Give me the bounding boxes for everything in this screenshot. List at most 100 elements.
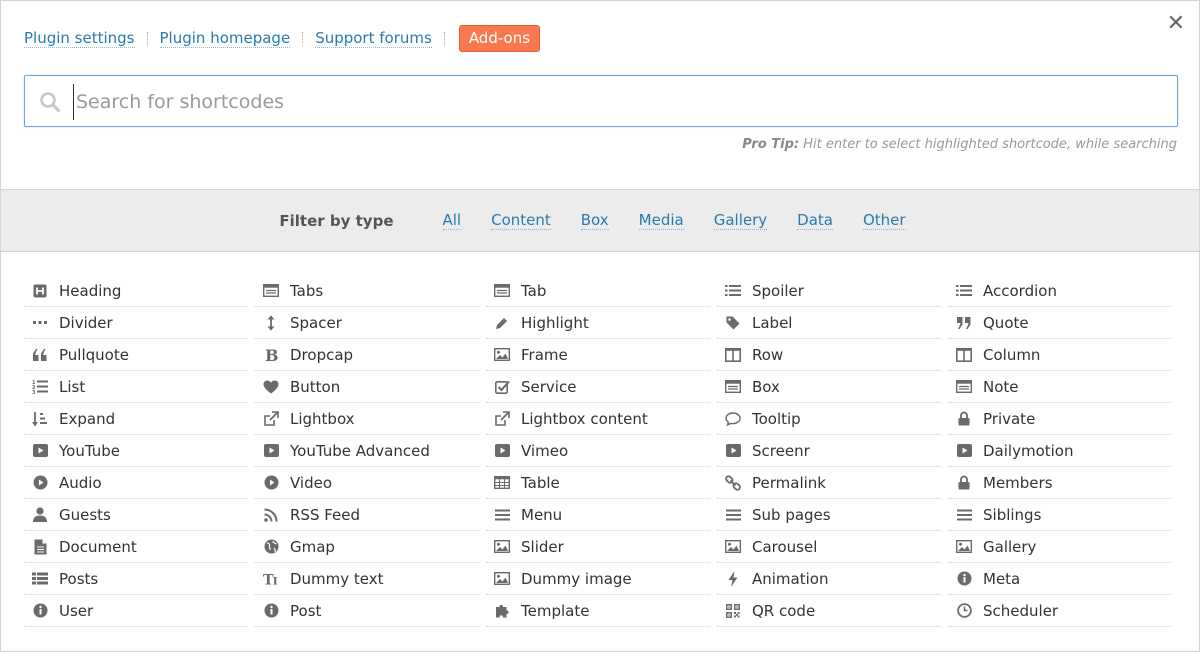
shortcode-item-menu[interactable]: Menu — [486, 499, 710, 531]
shortcode-item-box[interactable]: Box — [717, 371, 941, 403]
shortcode-label: Siblings — [983, 505, 1042, 524]
shortcode-label: Button — [290, 377, 341, 396]
shortcode-label: Animation — [752, 569, 829, 588]
shortcode-item-permalink[interactable]: Permalink — [717, 467, 941, 499]
support-forums-link[interactable]: Support forums — [315, 29, 432, 48]
tab-icon — [494, 283, 510, 299]
arrows-vertical-icon — [263, 315, 279, 331]
shortcode-item-scheduler[interactable]: Scheduler — [948, 595, 1172, 627]
shortcode-label: Box — [752, 377, 780, 396]
qrcode-icon — [725, 603, 741, 619]
shortcode-item-user[interactable]: User — [24, 595, 248, 627]
shortcode-item-list[interactable]: 1 2 3 List — [24, 371, 248, 403]
shortcode-item-lightbox-content[interactable]: Lightbox content — [486, 403, 710, 435]
shortcode-item-gmap[interactable]: Gmap — [255, 531, 479, 563]
plugin-homepage-link[interactable]: Plugin homepage — [159, 29, 291, 48]
shortcode-item-label[interactable]: Label — [717, 307, 941, 339]
search-input[interactable] — [73, 84, 1168, 120]
shortcode-item-quote[interactable]: Quote — [948, 307, 1172, 339]
shortcode-item-members[interactable]: Members — [948, 467, 1172, 499]
shortcode-item-guests[interactable]: Guests — [24, 499, 248, 531]
shortcode-item-tooltip[interactable]: Tooltip — [717, 403, 941, 435]
shortcode-item-sub-pages[interactable]: Sub pages — [717, 499, 941, 531]
shortcode-item-meta[interactable]: Meta — [948, 563, 1172, 595]
shortcode-item-rss-feed[interactable]: RSS Feed — [255, 499, 479, 531]
note-icon — [956, 379, 972, 395]
shortcode-item-highlight[interactable]: Highlight — [486, 307, 710, 339]
heading-icon — [32, 283, 48, 299]
shortcode-item-divider[interactable]: Divider — [24, 307, 248, 339]
link-separator — [302, 31, 304, 46]
filter-data[interactable]: Data — [797, 211, 833, 230]
play-square-icon — [494, 443, 510, 459]
shortcode-item-accordion[interactable]: Accordion — [948, 275, 1172, 307]
filter-all[interactable]: All — [442, 211, 462, 230]
shortcode-label: Lightbox — [290, 409, 355, 428]
addons-button[interactable]: Add-ons — [458, 25, 541, 52]
filter-gallery[interactable]: Gallery — [713, 211, 768, 230]
shortcode-item-dropcap[interactable]: B Dropcap — [255, 339, 479, 371]
shortcode-item-youtube[interactable]: YouTube — [24, 435, 248, 467]
shortcode-item-post[interactable]: Post — [255, 595, 479, 627]
search-box[interactable] — [24, 75, 1178, 127]
shortcode-label: Tabs — [290, 281, 324, 300]
shortcode-item-vimeo[interactable]: Vimeo — [486, 435, 710, 467]
table-icon — [494, 475, 510, 491]
shortcode-item-dummy-text[interactable]: T I Dummy text — [255, 563, 479, 595]
plugin-settings-link[interactable]: Plugin settings — [24, 29, 135, 48]
filter-content[interactable]: Content — [491, 211, 551, 230]
shortcode-label: Screenr — [752, 441, 810, 460]
shortcode-item-spoiler[interactable]: Spoiler — [717, 275, 941, 307]
shortcode-item-dailymotion[interactable]: Dailymotion — [948, 435, 1172, 467]
shortcode-item-video[interactable]: Video — [255, 467, 479, 499]
shortcode-grid: Heading Tabs Tab Spoiler Accordion Divider Spa… — [24, 275, 1172, 627]
shortcode-item-tab[interactable]: Tab — [486, 275, 710, 307]
shortcode-item-youtube-advanced[interactable]: YouTube Advanced — [255, 435, 479, 467]
pencil-icon — [494, 315, 510, 331]
shortcode-item-document[interactable]: Document — [24, 531, 248, 563]
shortcode-item-tabs[interactable]: Tabs — [255, 275, 479, 307]
svg-text:B: B — [265, 347, 278, 363]
shortcode-item-heading[interactable]: Heading — [24, 275, 248, 307]
shortcode-item-lightbox[interactable]: Lightbox — [255, 403, 479, 435]
shortcode-label: Posts — [59, 569, 99, 588]
shortcode-item-siblings[interactable]: Siblings — [948, 499, 1172, 531]
shortcode-item-row[interactable]: Row — [717, 339, 941, 371]
shortcode-item-dummy-image[interactable]: Dummy image — [486, 563, 710, 595]
list-icon — [725, 283, 741, 299]
shortcode-item-service[interactable]: Service — [486, 371, 710, 403]
shortcode-item-spacer[interactable]: Spacer — [255, 307, 479, 339]
quote-right-icon — [956, 315, 972, 331]
shortcode-label: Dummy text — [290, 569, 384, 588]
shortcode-item-carousel[interactable]: Carousel — [717, 531, 941, 563]
shortcode-item-private[interactable]: Private — [948, 403, 1172, 435]
shortcode-label: YouTube Advanced — [290, 441, 430, 460]
play-square-icon — [956, 443, 972, 459]
shortcode-item-column[interactable]: Column — [948, 339, 1172, 371]
shortcode-item-frame[interactable]: Frame — [486, 339, 710, 371]
shortcode-item-table[interactable]: Table — [486, 467, 710, 499]
filter-media[interactable]: Media — [638, 211, 684, 230]
shortcode-item-expand[interactable]: Expand — [24, 403, 248, 435]
shortcode-item-slider[interactable]: Slider — [486, 531, 710, 563]
filter-other[interactable]: Other — [862, 211, 906, 230]
shortcode-item-button[interactable]: Button — [255, 371, 479, 403]
shortcode-item-posts[interactable]: Posts — [24, 563, 248, 595]
shortcode-item-audio[interactable]: Audio — [24, 467, 248, 499]
shortcode-label: Sub pages — [752, 505, 831, 524]
shortcode-item-screenr[interactable]: Screenr — [717, 435, 941, 467]
shortcode-label: Tab — [521, 281, 547, 300]
shortcode-label: Label — [752, 313, 793, 332]
shortcode-item-template[interactable]: Template — [486, 595, 710, 627]
shortcode-generator-panel: Plugin settings Plugin homepage Support … — [0, 0, 1200, 652]
quote-left-icon — [32, 347, 48, 363]
shortcode-item-note[interactable]: Note — [948, 371, 1172, 403]
shortcode-label: YouTube — [59, 441, 120, 460]
shortcode-item-gallery[interactable]: Gallery — [948, 531, 1172, 563]
shortcode-item-pullquote[interactable]: Pullquote — [24, 339, 248, 371]
shortcode-label: List — [59, 377, 86, 396]
close-icon[interactable]: ✕ — [1167, 11, 1185, 36]
shortcode-item-qr-code[interactable]: QR code — [717, 595, 941, 627]
shortcode-item-animation[interactable]: Animation — [717, 563, 941, 595]
filter-box[interactable]: Box — [580, 211, 609, 230]
